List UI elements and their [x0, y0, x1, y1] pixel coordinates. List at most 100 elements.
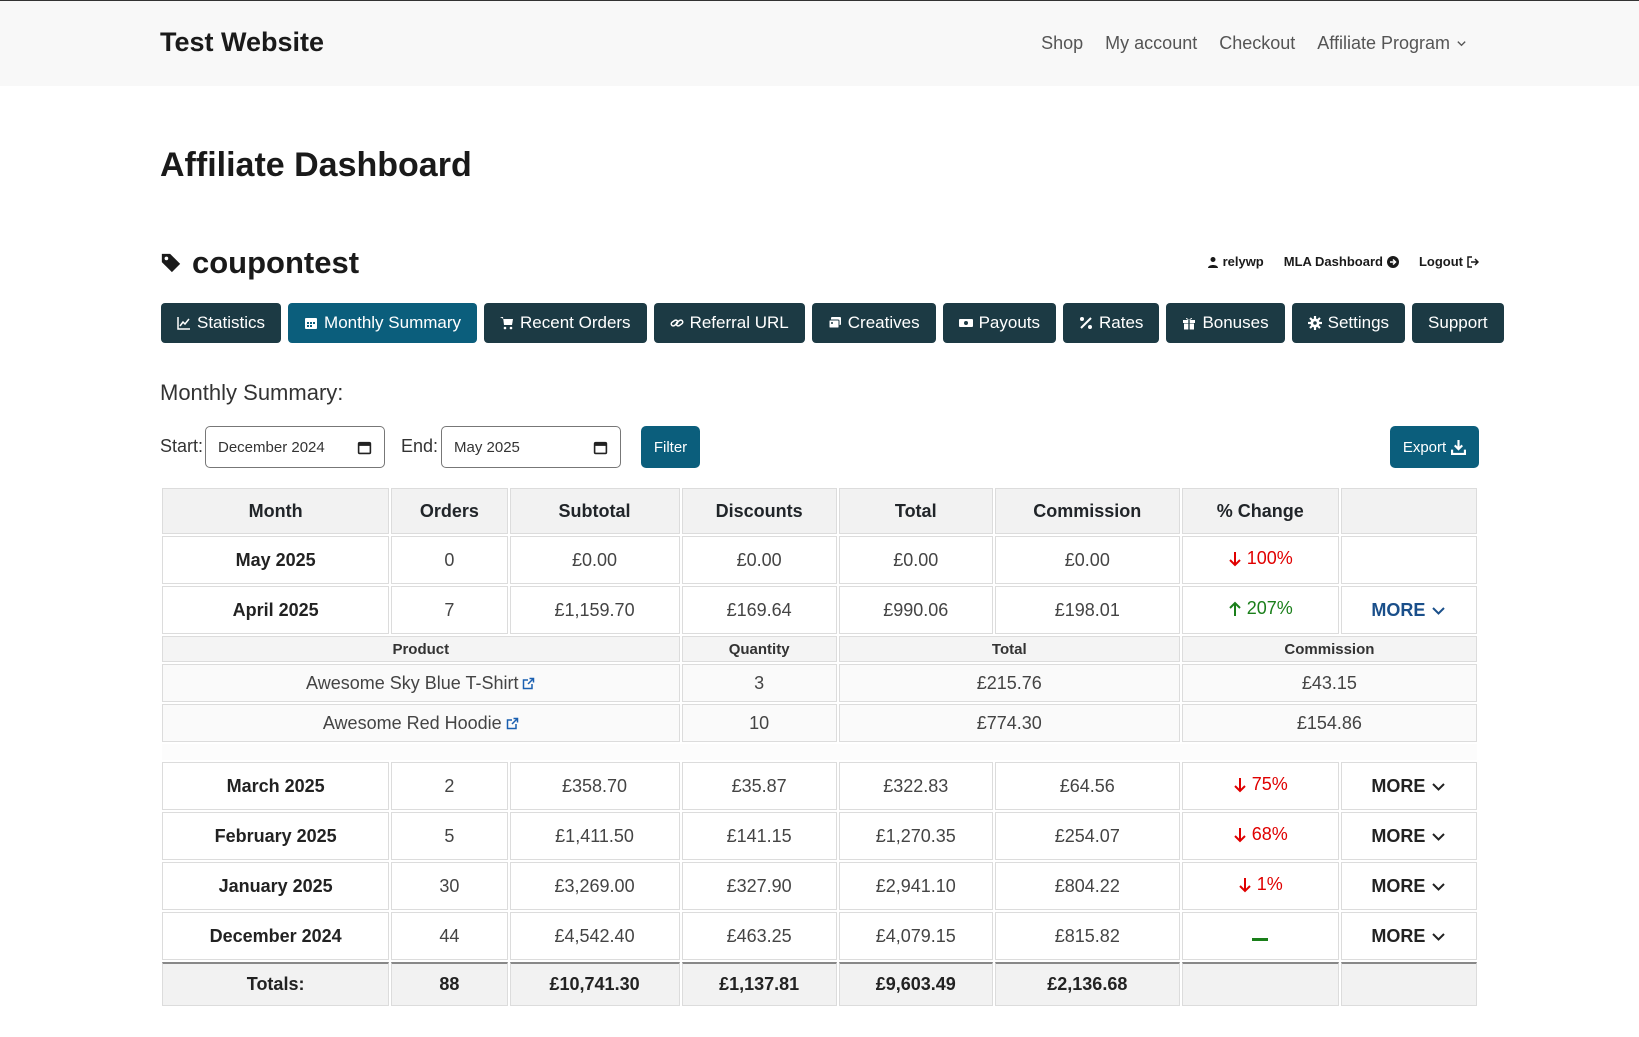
nav-affiliate-program-label: Affiliate Program [1317, 33, 1450, 53]
tab-monthly-summary[interactable]: Monthly Summary [288, 303, 478, 343]
totals-total: £9,603.49 [838, 962, 993, 1006]
details-header-commission: Commission [1181, 636, 1477, 662]
header-month: Month [162, 488, 390, 534]
cell-discounts: £463.25 [681, 912, 837, 960]
details-header-quantity: Quantity [681, 636, 837, 662]
change-value: 1% [1256, 874, 1283, 895]
more-button[interactable]: MORE [1371, 600, 1446, 621]
change-indicator: 100% [1228, 548, 1293, 569]
start-month-value: December 2024 [218, 438, 325, 456]
change-indicator: 207% [1228, 598, 1293, 619]
table-header-row: Month Orders Subtotal Discounts Total Co… [162, 488, 1477, 534]
details-commission: £43.15 [1181, 664, 1477, 702]
export-button[interactable]: Export [1390, 426, 1479, 468]
user-link-profile-label: relywp [1222, 254, 1264, 269]
cell-total: £990.06 [838, 586, 993, 634]
tab-referral-url-label: Referral URL [689, 313, 789, 332]
tab-recent-orders-label: Recent Orders [520, 313, 631, 332]
more-label: MORE [1371, 599, 1426, 620]
change-indicator: 68% [1233, 824, 1288, 845]
cell-orders: 44 [391, 912, 508, 960]
gift-icon [1183, 317, 1196, 330]
cell-change: 1% [1181, 862, 1339, 910]
chevron-down-icon [1457, 41, 1466, 47]
cell-commission: £254.07 [994, 812, 1180, 860]
cell-month: December 2024 [162, 912, 390, 960]
product-link[interactable]: Awesome Red Hoodie [323, 713, 519, 734]
nav-shop[interactable]: Shop [1041, 33, 1083, 54]
cell-actions: MORE [1340, 862, 1477, 910]
product-name: Awesome Sky Blue T-Shirt [306, 672, 519, 693]
totals-commission: £2,136.68 [994, 962, 1180, 1006]
change-indicator: 1% [1238, 874, 1283, 895]
calendar-icon [305, 318, 318, 329]
tab-payouts[interactable]: Payouts [942, 303, 1057, 343]
nav-my-account[interactable]: My account [1105, 33, 1197, 54]
cell-actions: MORE [1340, 762, 1477, 810]
external-link-icon [523, 677, 535, 689]
tab-statistics[interactable]: Statistics [161, 303, 282, 343]
tab-bonuses-label: Bonuses [1202, 313, 1269, 332]
images-icon [828, 317, 841, 329]
product-link[interactable]: Awesome Sky Blue T-Shirt [306, 673, 535, 694]
user-link-logout[interactable]: Logout [1419, 254, 1479, 269]
start-month-input[interactable]: December 2024 [205, 426, 385, 468]
cell-subtotal: £4,542.40 [509, 912, 680, 960]
cell-total: £2,941.10 [838, 862, 993, 910]
nav-affiliate-program[interactable]: Affiliate Program [1317, 33, 1467, 54]
details-row: Awesome Red Hoodie 10 £774.30 £154.86 [162, 704, 1477, 742]
cell-actions: MORE [1340, 812, 1477, 860]
link-icon [670, 319, 684, 327]
more-label: MORE [1371, 825, 1426, 846]
chevron-down-icon [1432, 932, 1446, 941]
calendar-icon [357, 441, 372, 454]
site-header: Test Website Shop My account Checkout Af… [0, 1, 1639, 86]
header-commission: Commission [994, 488, 1180, 534]
nav-checkout[interactable]: Checkout [1219, 33, 1295, 54]
cell-month: March 2025 [162, 762, 390, 810]
user-link-profile[interactable]: relywp [1207, 254, 1264, 269]
details-quantity: 3 [681, 664, 837, 702]
cell-commission: £0.00 [994, 536, 1180, 584]
more-label: MORE [1371, 925, 1426, 946]
user-link-mla-dashboard[interactable]: MLA Dashboard [1284, 254, 1399, 269]
main-nav: Shop My account Checkout Affiliate Progr… [1041, 33, 1467, 54]
dash-icon [1252, 937, 1269, 941]
tab-bonuses[interactable]: Bonuses [1166, 303, 1285, 343]
cell-subtotal: £3,269.00 [509, 862, 680, 910]
end-month-input[interactable]: May 2025 [441, 426, 621, 468]
tab-rates-label: Rates [1099, 313, 1144, 332]
arrow-down-icon [1239, 877, 1251, 893]
totals-change [1181, 962, 1339, 1006]
more-button[interactable]: MORE [1371, 776, 1446, 797]
gear-icon [1307, 316, 1322, 330]
percent-icon [1080, 317, 1093, 329]
tab-recent-orders[interactable]: Recent Orders [484, 303, 647, 343]
more-button[interactable]: MORE [1371, 926, 1446, 947]
monthly-summary-table: Month Orders Subtotal Discounts Total Co… [160, 486, 1479, 1008]
arrow-up-icon [1229, 601, 1241, 616]
header-discounts: Discounts [681, 488, 837, 534]
tab-support[interactable]: Support [1412, 303, 1504, 343]
tab-settings[interactable]: Settings [1291, 303, 1406, 343]
arrow-down-icon [1229, 551, 1241, 567]
cell-change [1181, 912, 1339, 960]
cell-month: May 2025 [162, 536, 390, 584]
cell-month: January 2025 [162, 862, 390, 910]
cell-change: 207% [1181, 586, 1339, 634]
tab-creatives-label: Creatives [847, 313, 920, 332]
tab-referral-url[interactable]: Referral URL [653, 303, 805, 343]
tab-creatives[interactable]: Creatives [811, 303, 936, 343]
filter-button[interactable]: Filter [641, 426, 700, 468]
tab-rates[interactable]: Rates [1063, 303, 1160, 343]
logout-icon [1467, 255, 1479, 268]
cell-orders: 30 [391, 862, 508, 910]
totals-actions [1340, 962, 1477, 1006]
header-change: % Change [1181, 488, 1339, 534]
change-indicator: 75% [1233, 774, 1288, 795]
cell-orders: 7 [391, 586, 508, 634]
more-button[interactable]: MORE [1371, 876, 1446, 897]
more-button[interactable]: MORE [1371, 826, 1446, 847]
site-title[interactable]: Test Website [160, 27, 324, 58]
table-row: January 2025 30 £3,269.00 £327.90 £2,941… [162, 862, 1477, 910]
